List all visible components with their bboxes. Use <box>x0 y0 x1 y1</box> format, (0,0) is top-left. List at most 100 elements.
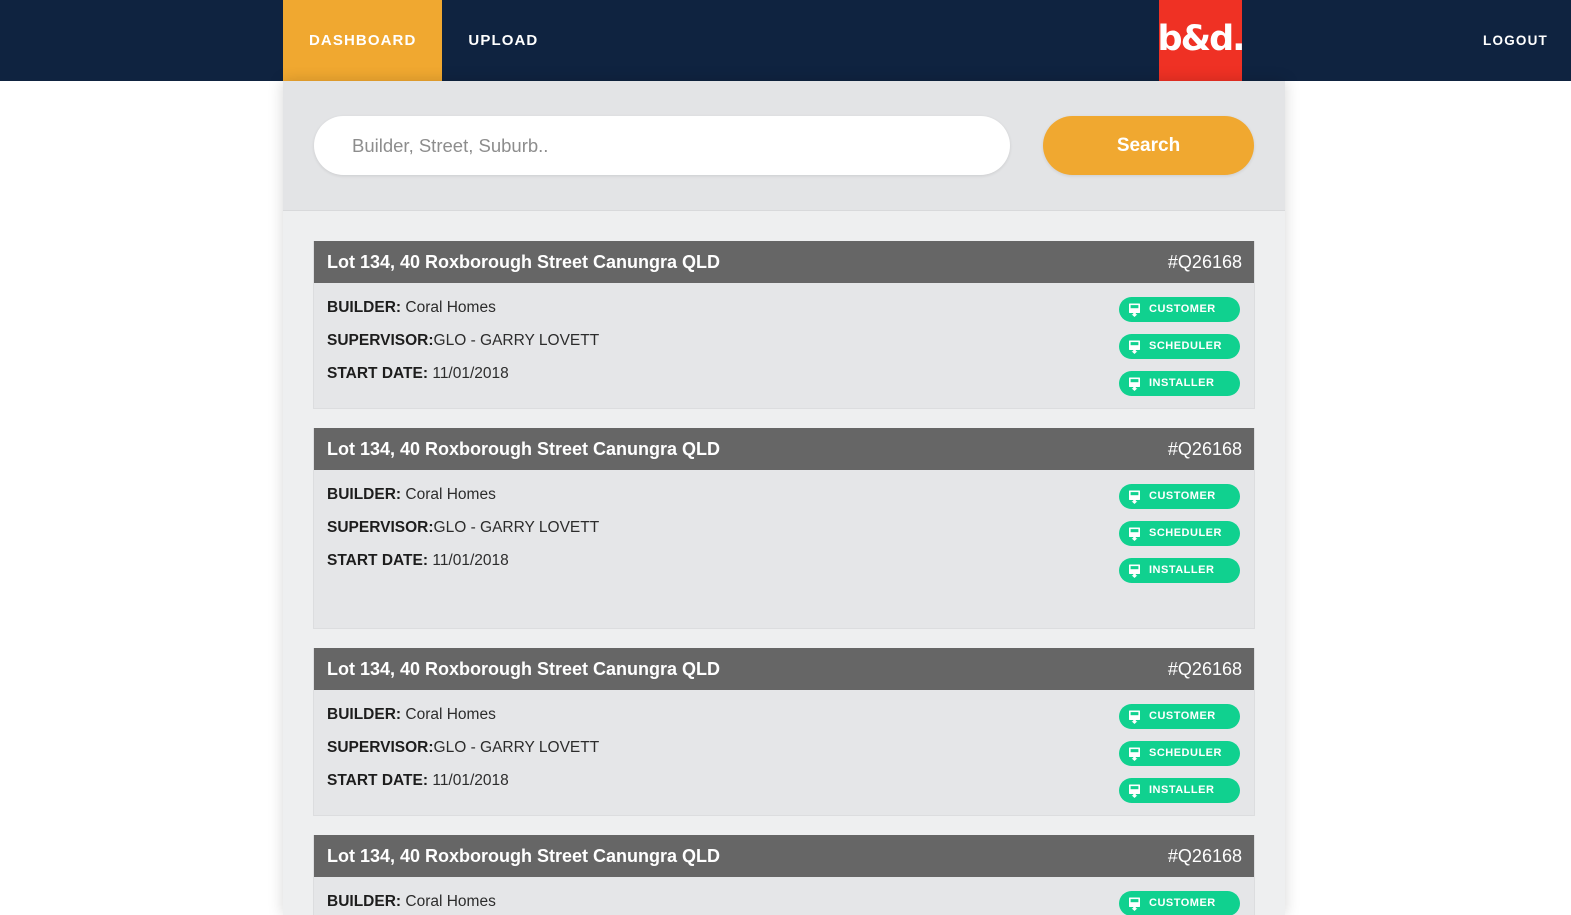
job-card[interactable]: Lot 134, 40 Roxborough Street Canungra Q… <box>313 428 1255 629</box>
customer-pdf-label: CUSTOMER <box>1149 490 1216 502</box>
start-date-label: START DATE: <box>327 772 429 789</box>
nav-tab-dashboard[interactable]: DASHBOARD <box>283 0 443 81</box>
builder-row: BUILDER: Coral Homes <box>327 893 599 911</box>
builder-value: Coral Homes <box>405 486 496 503</box>
job-reference: #Q26168 <box>1167 845 1242 866</box>
scheduler-pdf-button[interactable]: SCHEDULER <box>1119 521 1240 546</box>
builder-row: BUILDER: Coral Homes <box>327 706 599 724</box>
supervisor-row: SUPERVISOR:GLO - GARRY LOVETT <box>327 739 599 757</box>
customer-pdf-button[interactable]: CUSTOMER <box>1119 484 1240 509</box>
builder-value: Coral Homes <box>405 299 496 316</box>
job-actions: CUSTOMER SCHEDULER <box>1119 704 1242 803</box>
builder-label: BUILDER: <box>327 299 402 316</box>
supervisor-value: GLO - GARRY LOVETT <box>433 739 600 756</box>
builder-label: BUILDER: <box>327 893 402 910</box>
builder-label: BUILDER: <box>327 486 402 503</box>
pdf-download-icon <box>1129 377 1140 391</box>
scheduler-pdf-label: SCHEDULER <box>1149 747 1222 759</box>
start-date-value: 11/01/2018 <box>432 772 509 789</box>
start-date-row: START DATE: 11/01/2018 <box>327 365 599 383</box>
installer-pdf-button[interactable]: INSTALLER <box>1119 778 1240 803</box>
supervisor-label: SUPERVISOR: <box>327 519 434 536</box>
nav-tab-upload[interactable]: UPLOAD <box>442 0 564 81</box>
job-details: BUILDER: Coral Homes SUPERVISOR:GLO - GA… <box>327 297 599 396</box>
pdf-download-icon <box>1129 747 1140 761</box>
customer-pdf-button[interactable]: CUSTOMER <box>1119 297 1240 322</box>
search-input[interactable] <box>314 116 1010 175</box>
nav-tab-dashboard-label: DASHBOARD <box>309 32 417 49</box>
navbar-filler <box>564 0 1159 81</box>
pdf-download-icon <box>1129 564 1140 578</box>
job-title: Lot 134, 40 Roxborough Street Canungra Q… <box>327 251 721 272</box>
job-actions: CUSTOMER SCHEDULER <box>1119 297 1242 396</box>
job-actions: CUSTOMER SCHEDULER <box>1119 891 1242 915</box>
builder-value: Coral Homes <box>405 706 496 723</box>
supervisor-row: SUPERVISOR:GLO - GARRY LOVETT <box>327 519 599 537</box>
navbar-left-spacer <box>0 0 283 81</box>
pdf-download-icon <box>1129 490 1140 504</box>
job-details: BUILDER: Coral Homes SUPERVISOR:GLO - GA… <box>327 484 599 583</box>
pdf-download-icon <box>1129 710 1140 724</box>
job-card-header: Lot 134, 40 Roxborough Street Canungra Q… <box>314 648 1254 690</box>
logout-button[interactable]: LOGOUT <box>1483 33 1548 48</box>
job-actions: CUSTOMER SCHEDULER <box>1119 484 1242 583</box>
nav-tab-upload-label: UPLOAD <box>468 32 539 49</box>
builder-row: BUILDER: Coral Homes <box>327 299 599 317</box>
builder-label: BUILDER: <box>327 706 402 723</box>
supervisor-label: SUPERVISOR: <box>327 739 434 756</box>
job-reference: #Q26168 <box>1167 658 1242 679</box>
bnd-logo[interactable]: b&d. <box>1157 0 1246 81</box>
job-card-body: BUILDER: Coral Homes SUPERVISOR:GLO - GA… <box>314 470 1254 628</box>
builder-row: BUILDER: Coral Homes <box>327 486 599 504</box>
scheduler-pdf-label: SCHEDULER <box>1149 527 1222 539</box>
customer-pdf-button[interactable]: CUSTOMER <box>1119 704 1240 729</box>
content-container: Search Lot 134, 40 Roxborough Street Can… <box>283 81 1285 915</box>
customer-pdf-label: CUSTOMER <box>1149 303 1216 315</box>
job-card[interactable]: Lot 134, 40 Roxborough Street Canungra Q… <box>313 241 1255 409</box>
job-card-header: Lot 134, 40 Roxborough Street Canungra Q… <box>314 835 1254 877</box>
installer-pdf-label: INSTALLER <box>1149 784 1215 796</box>
page-body: Search Lot 134, 40 Roxborough Street Can… <box>0 81 1571 915</box>
pdf-download-icon <box>1129 527 1140 541</box>
search-button[interactable]: Search <box>1043 116 1254 175</box>
job-card-body: BUILDER: Coral Homes SUPERVISOR:GLO - GA… <box>314 877 1254 915</box>
job-card-header: Lot 134, 40 Roxborough Street Canungra Q… <box>314 428 1254 470</box>
pdf-download-icon <box>1129 340 1140 354</box>
start-date-value: 11/01/2018 <box>432 365 509 382</box>
supervisor-value: GLO - GARRY LOVETT <box>433 519 600 536</box>
job-card-body: BUILDER: Coral Homes SUPERVISOR:GLO - GA… <box>314 690 1254 815</box>
customer-pdf-label: CUSTOMER <box>1149 897 1216 909</box>
pdf-download-icon <box>1129 303 1140 317</box>
job-card[interactable]: Lot 134, 40 Roxborough Street Canungra Q… <box>313 835 1255 915</box>
scheduler-pdf-button[interactable]: SCHEDULER <box>1119 334 1240 359</box>
search-bar: Search <box>283 81 1285 211</box>
job-list: Lot 134, 40 Roxborough Street Canungra Q… <box>283 211 1285 915</box>
job-title: Lot 134, 40 Roxborough Street Canungra Q… <box>327 845 721 866</box>
top-navbar: DASHBOARD UPLOAD b&d. LOGOUT <box>0 0 1571 81</box>
builder-value: Coral Homes <box>405 893 496 910</box>
customer-pdf-label: CUSTOMER <box>1149 710 1216 722</box>
start-date-label: START DATE: <box>327 552 429 569</box>
job-card-header: Lot 134, 40 Roxborough Street Canungra Q… <box>314 241 1254 283</box>
start-date-value: 11/01/2018 <box>432 552 509 569</box>
job-details: BUILDER: Coral Homes SUPERVISOR:GLO - GA… <box>327 891 599 915</box>
scheduler-pdf-button[interactable]: SCHEDULER <box>1119 741 1240 766</box>
start-date-label: START DATE: <box>327 365 429 382</box>
job-reference: #Q26168 <box>1167 251 1242 272</box>
navbar-right: LOGOUT <box>1242 0 1571 81</box>
job-title: Lot 134, 40 Roxborough Street Canungra Q… <box>327 658 721 679</box>
pdf-download-icon <box>1129 897 1140 911</box>
job-title: Lot 134, 40 Roxborough Street Canungra Q… <box>327 438 721 459</box>
job-card[interactable]: Lot 134, 40 Roxborough Street Canungra Q… <box>313 648 1255 816</box>
supervisor-label: SUPERVISOR: <box>327 332 434 349</box>
installer-pdf-button[interactable]: INSTALLER <box>1119 371 1240 396</box>
job-reference: #Q26168 <box>1167 438 1242 459</box>
start-date-row: START DATE: 11/01/2018 <box>327 772 599 790</box>
supervisor-row: SUPERVISOR:GLO - GARRY LOVETT <box>327 332 599 350</box>
supervisor-value: GLO - GARRY LOVETT <box>433 332 600 349</box>
customer-pdf-button[interactable]: CUSTOMER <box>1119 891 1240 915</box>
scheduler-pdf-label: SCHEDULER <box>1149 340 1222 352</box>
installer-pdf-button[interactable]: INSTALLER <box>1119 558 1240 583</box>
pdf-download-icon <box>1129 784 1140 798</box>
bnd-logo-text: b&d. <box>1157 19 1246 59</box>
